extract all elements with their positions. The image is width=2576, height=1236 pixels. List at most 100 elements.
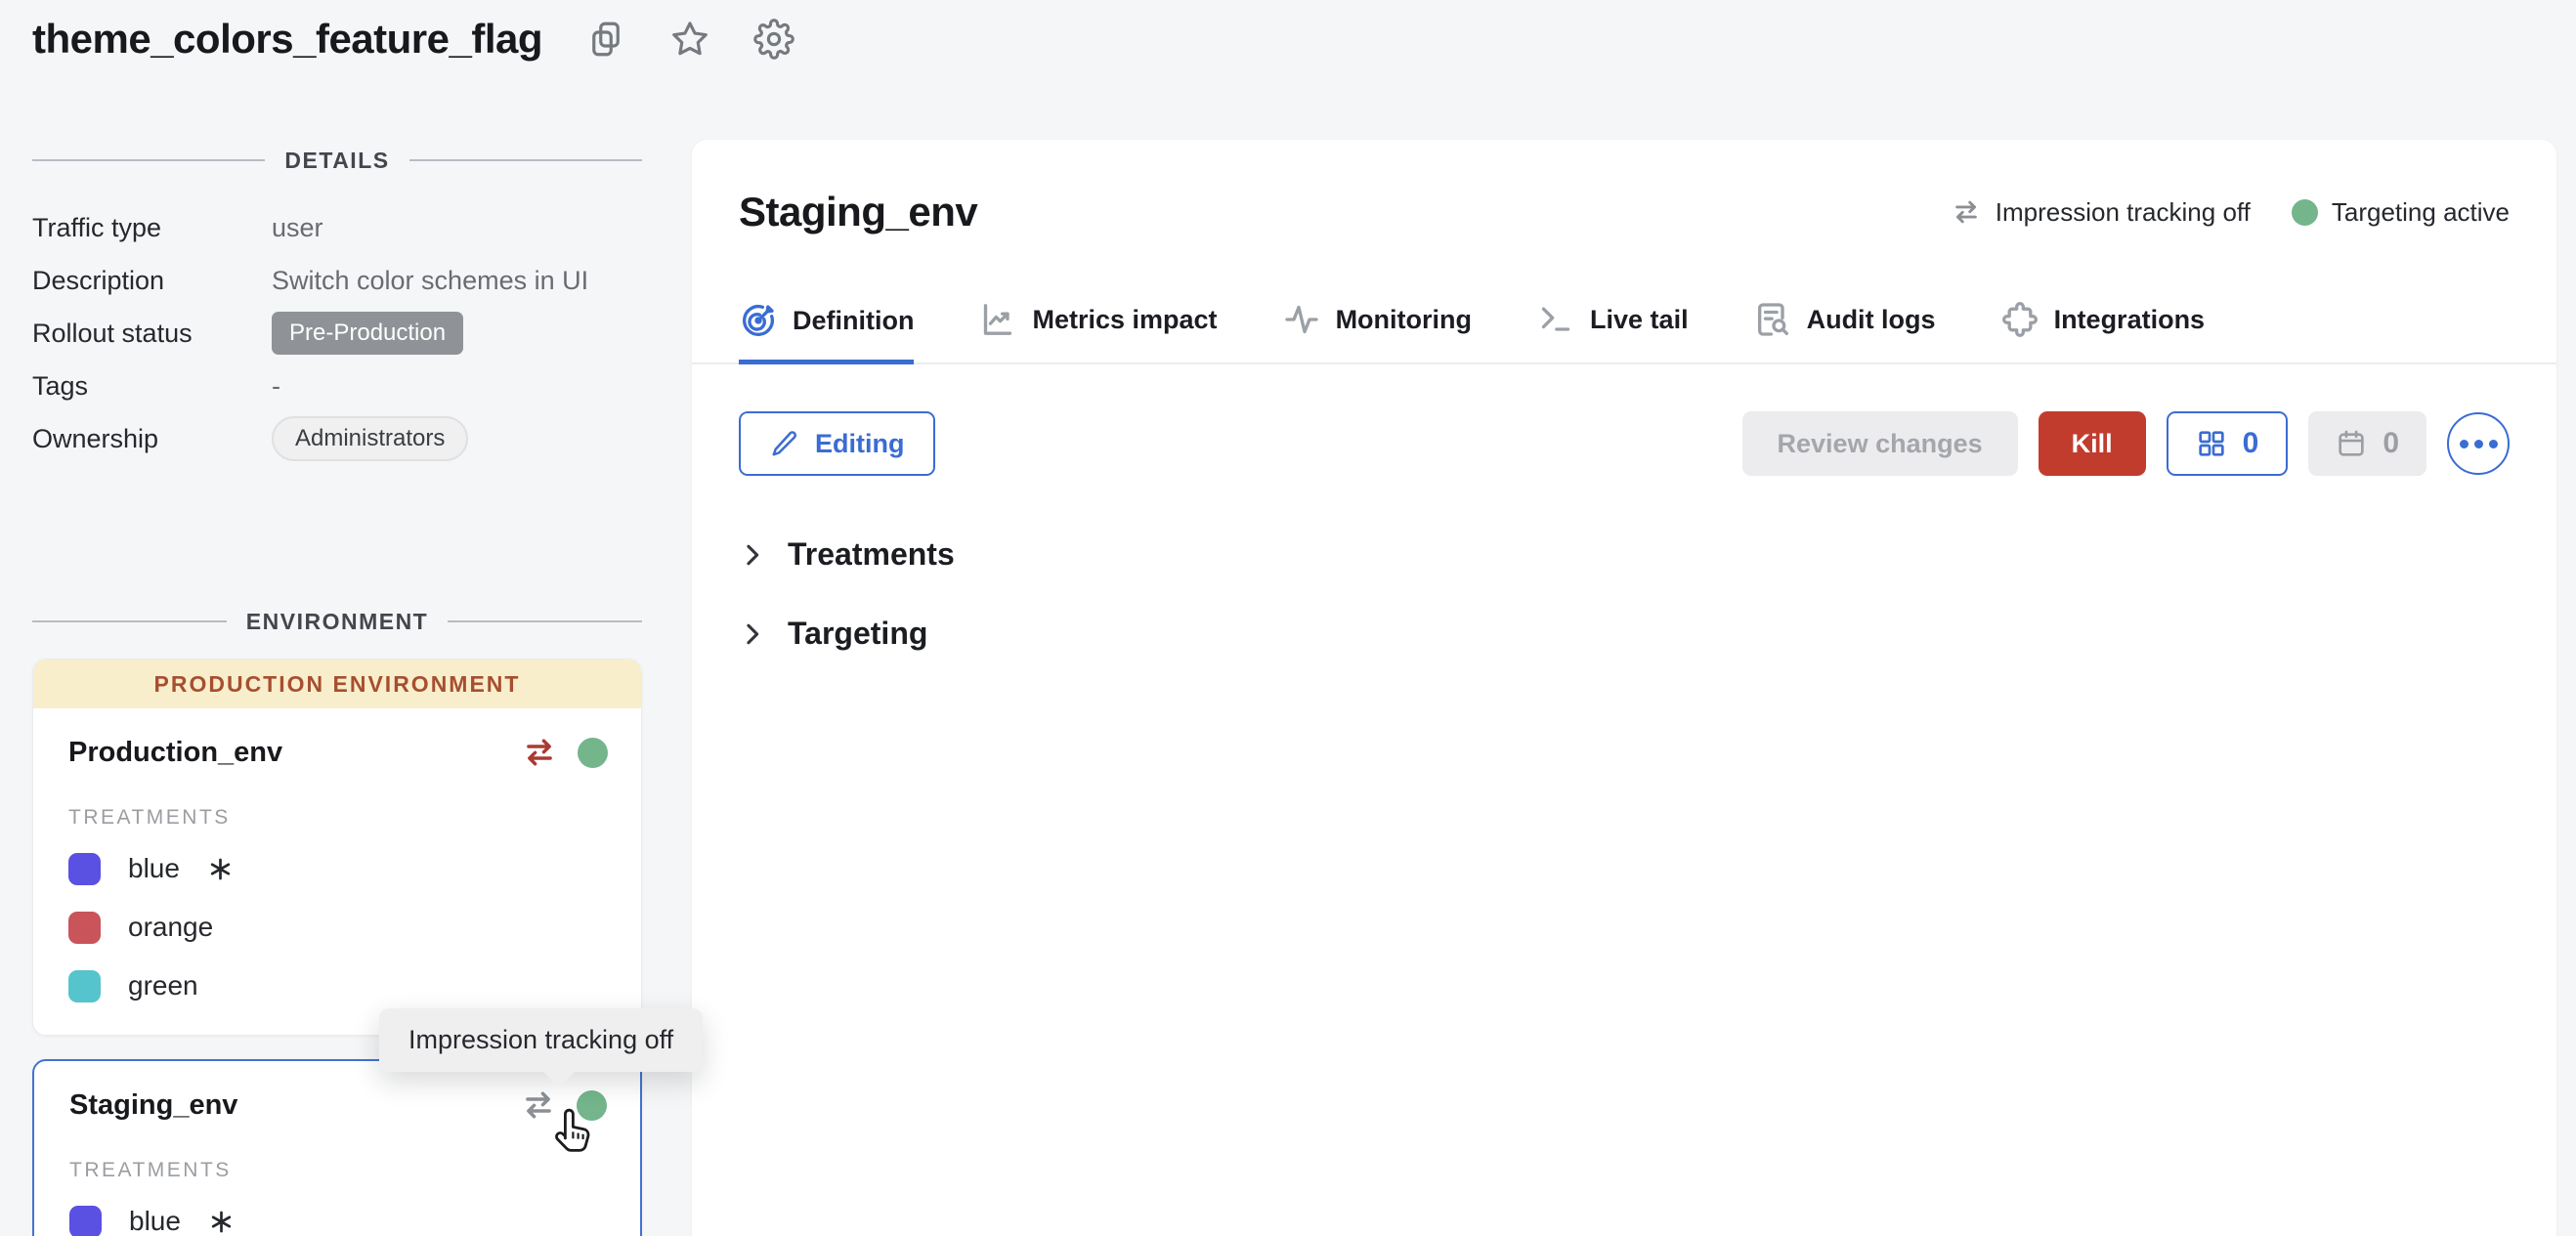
chevron-right-icon (739, 620, 766, 648)
kill-button-label: Kill (2072, 429, 2113, 459)
detail-label: Description (32, 266, 272, 296)
treatment-swatch-blue (68, 853, 101, 885)
staging-env-name: Staging_env (69, 1089, 237, 1122)
tab-label: Definition (793, 306, 914, 336)
target-definition-icon (739, 301, 778, 340)
impression-tracking-icon[interactable] (520, 1087, 557, 1124)
tab-monitoring[interactable]: Monitoring (1282, 300, 1472, 362)
detail-row-ownership: Ownership Administrators (32, 412, 642, 465)
environment-divider: ENVIRONMENT (32, 608, 642, 635)
targeting-status: Targeting active (2292, 197, 2510, 228)
panel-header: Staging_env Impression tracking off Targ… (739, 189, 2510, 235)
impression-tracking-status-label: Impression tracking off (1996, 197, 2251, 228)
impression-tracking-tooltip: Impression tracking off (379, 1008, 703, 1072)
page-header: theme_colors_feature_flag (32, 16, 794, 63)
tab-label: Live tail (1590, 305, 1689, 335)
star-icon[interactable] (669, 19, 710, 60)
calendar-icon (2336, 428, 2367, 459)
header-icon-group (585, 19, 794, 60)
impression-tracking-status: Impression tracking off (1951, 196, 2251, 228)
app: theme_colors_feature_flag (0, 0, 2576, 1236)
tab-integrations[interactable]: Integrations (2000, 300, 2206, 362)
targeting-section-toggle[interactable]: Targeting (739, 616, 2510, 652)
line-chart-icon (978, 300, 1017, 339)
status-group: Impression tracking off Targeting active (1951, 196, 2510, 228)
divider-line (448, 620, 642, 622)
environment-card-production[interactable]: PRODUCTION ENVIRONMENT Production_env (32, 659, 642, 1036)
tab-bar: Definition Metrics impact (692, 300, 2556, 364)
detail-row-traffic-type: Traffic type user (32, 201, 642, 254)
targeting-section-label: Targeting (788, 616, 927, 652)
treatment-swatch-orange (68, 912, 101, 944)
rollout-status-badge: Pre-Production (272, 312, 463, 355)
editing-button[interactable]: Editing (739, 411, 935, 476)
treatment-row: blue (69, 1202, 607, 1236)
detail-row-tags: Tags - (32, 360, 642, 412)
grid-icon (2196, 428, 2227, 459)
copy-icon[interactable] (585, 19, 626, 60)
detail-row-description: Description Switch color schemes in UI (32, 254, 642, 307)
review-changes-label: Review changes (1778, 429, 1983, 459)
panel-title: Staging_env (739, 189, 977, 235)
pulse-icon (1282, 300, 1321, 339)
tab-label: Monitoring (1336, 305, 1472, 335)
staging-card-body: Staging_env TREATMENTS blue (34, 1061, 640, 1236)
default-treatment-icon (207, 856, 234, 882)
divider-line (32, 620, 227, 622)
divider-line (409, 159, 642, 161)
tab-live-tail[interactable]: Live tail (1536, 300, 1689, 362)
gear-icon[interactable] (753, 19, 794, 60)
treatment-name: orange (128, 912, 213, 943)
treatment-row: orange (68, 908, 608, 947)
rollout-board-count: 0 (2243, 427, 2259, 460)
treatment-swatch-blue (69, 1206, 102, 1236)
divider-line (32, 159, 265, 161)
traffic-type-value: user (272, 213, 323, 243)
tab-label: Integrations (2054, 305, 2206, 335)
tags-value: - (272, 371, 280, 402)
treatment-name: blue (128, 853, 180, 884)
treatment-name: green (128, 970, 198, 1002)
impression-tracking-icon[interactable] (521, 734, 558, 771)
more-actions-button[interactable] (2447, 412, 2510, 475)
detail-label: Ownership (32, 424, 272, 454)
kill-button[interactable]: Kill (2039, 411, 2146, 476)
treatments-section-toggle[interactable]: Treatments (739, 536, 2510, 573)
schedule-button[interactable]: 0 (2308, 411, 2426, 476)
detail-label: Traffic type (32, 213, 272, 243)
treatment-row: green (68, 966, 608, 1005)
environment-heading: ENVIRONMENT (246, 609, 428, 635)
review-changes-button[interactable]: Review changes (1742, 411, 2018, 476)
treatment-name: blue (129, 1206, 181, 1236)
dot (2460, 440, 2469, 448)
tab-metrics-impact[interactable]: Metrics impact (978, 300, 1217, 362)
treatments-label: TREATMENTS (68, 806, 608, 830)
production-env-name: Production_env (68, 737, 282, 769)
treatments-section-label: Treatments (788, 536, 955, 573)
tab-label: Metrics impact (1032, 305, 1217, 335)
swap-arrows-icon (1951, 196, 1982, 228)
document-search-icon (1753, 300, 1792, 339)
tab-label: Audit logs (1807, 305, 1936, 335)
treatments-label: TREATMENTS (69, 1159, 607, 1182)
description-value: Switch color schemes in UI (272, 266, 588, 296)
production-card-body: Production_env TREATMENTS bl (33, 708, 641, 1035)
ownership-chip[interactable]: Administrators (272, 416, 468, 461)
toolbar: Editing Review changes Kill (739, 411, 2510, 476)
rollout-board-button[interactable]: 0 (2167, 411, 2289, 476)
editing-button-label: Editing (815, 429, 904, 459)
treatment-row: blue (68, 849, 608, 888)
tab-audit-logs[interactable]: Audit logs (1753, 300, 1936, 362)
puzzle-icon (2000, 300, 2039, 339)
terminal-icon (1536, 300, 1575, 339)
chevron-right-icon (739, 541, 766, 569)
tab-definition[interactable]: Definition (739, 300, 914, 364)
toolbar-right-group: Review changes Kill 0 (1742, 411, 2510, 476)
pencil-icon (770, 429, 799, 458)
detail-row-rollout-status: Rollout status Pre-Production (32, 307, 642, 360)
treatment-swatch-green (68, 970, 101, 1002)
environment-card-staging[interactable]: Staging_env TREATMENTS blue (32, 1059, 642, 1236)
details-heading: DETAILS (284, 148, 389, 174)
targeting-status-label: Targeting active (2332, 197, 2510, 228)
details-divider: DETAILS (32, 147, 642, 174)
